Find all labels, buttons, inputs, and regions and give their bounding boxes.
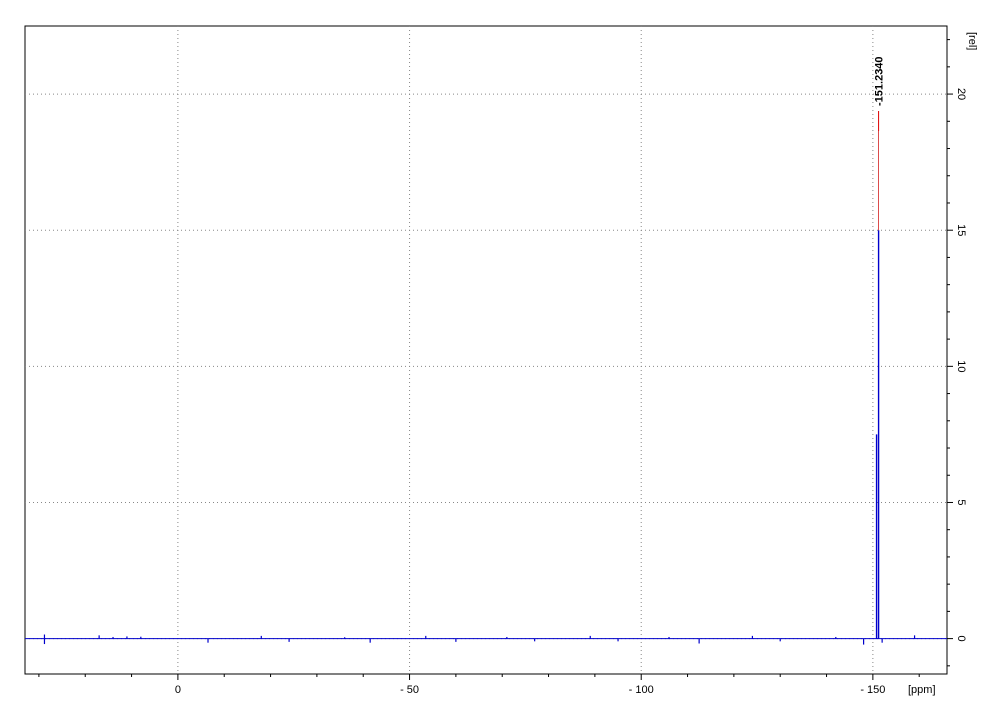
y-tick-label: 20 (955, 88, 967, 100)
x-axis-unit-label: [ppm] (908, 684, 936, 696)
y-tick-label: 15 (955, 224, 967, 236)
y-tick-label: 0 (955, 636, 967, 642)
spectrum-series (25, 230, 947, 645)
plot-frame (24, 25, 948, 675)
grid-lines (25, 26, 947, 674)
peak-annotations: -151.2340 (874, 56, 886, 231)
x-tick-label: - 100 (629, 684, 654, 696)
peak-label-text: -151.2340 (874, 56, 886, 106)
x-axis-ticks: 0 - 50 - 100 - 150 (38, 674, 920, 696)
x-tick-label: - 150 (860, 684, 885, 696)
nmr-spectrum-chart: 0 - 50 - 100 - 150 0 5 10 15 20 -151.2340 [ppm]… (24, 25, 978, 696)
y-tick-label: 5 (955, 499, 967, 505)
y-axis-ticks: 0 5 10 15 20 (947, 39, 967, 667)
y-axis-unit-label: [rel] (966, 32, 978, 50)
x-tick-label: - 50 (400, 684, 419, 696)
y-tick-label: 10 (955, 360, 967, 372)
x-tick-label: 0 (175, 684, 181, 696)
